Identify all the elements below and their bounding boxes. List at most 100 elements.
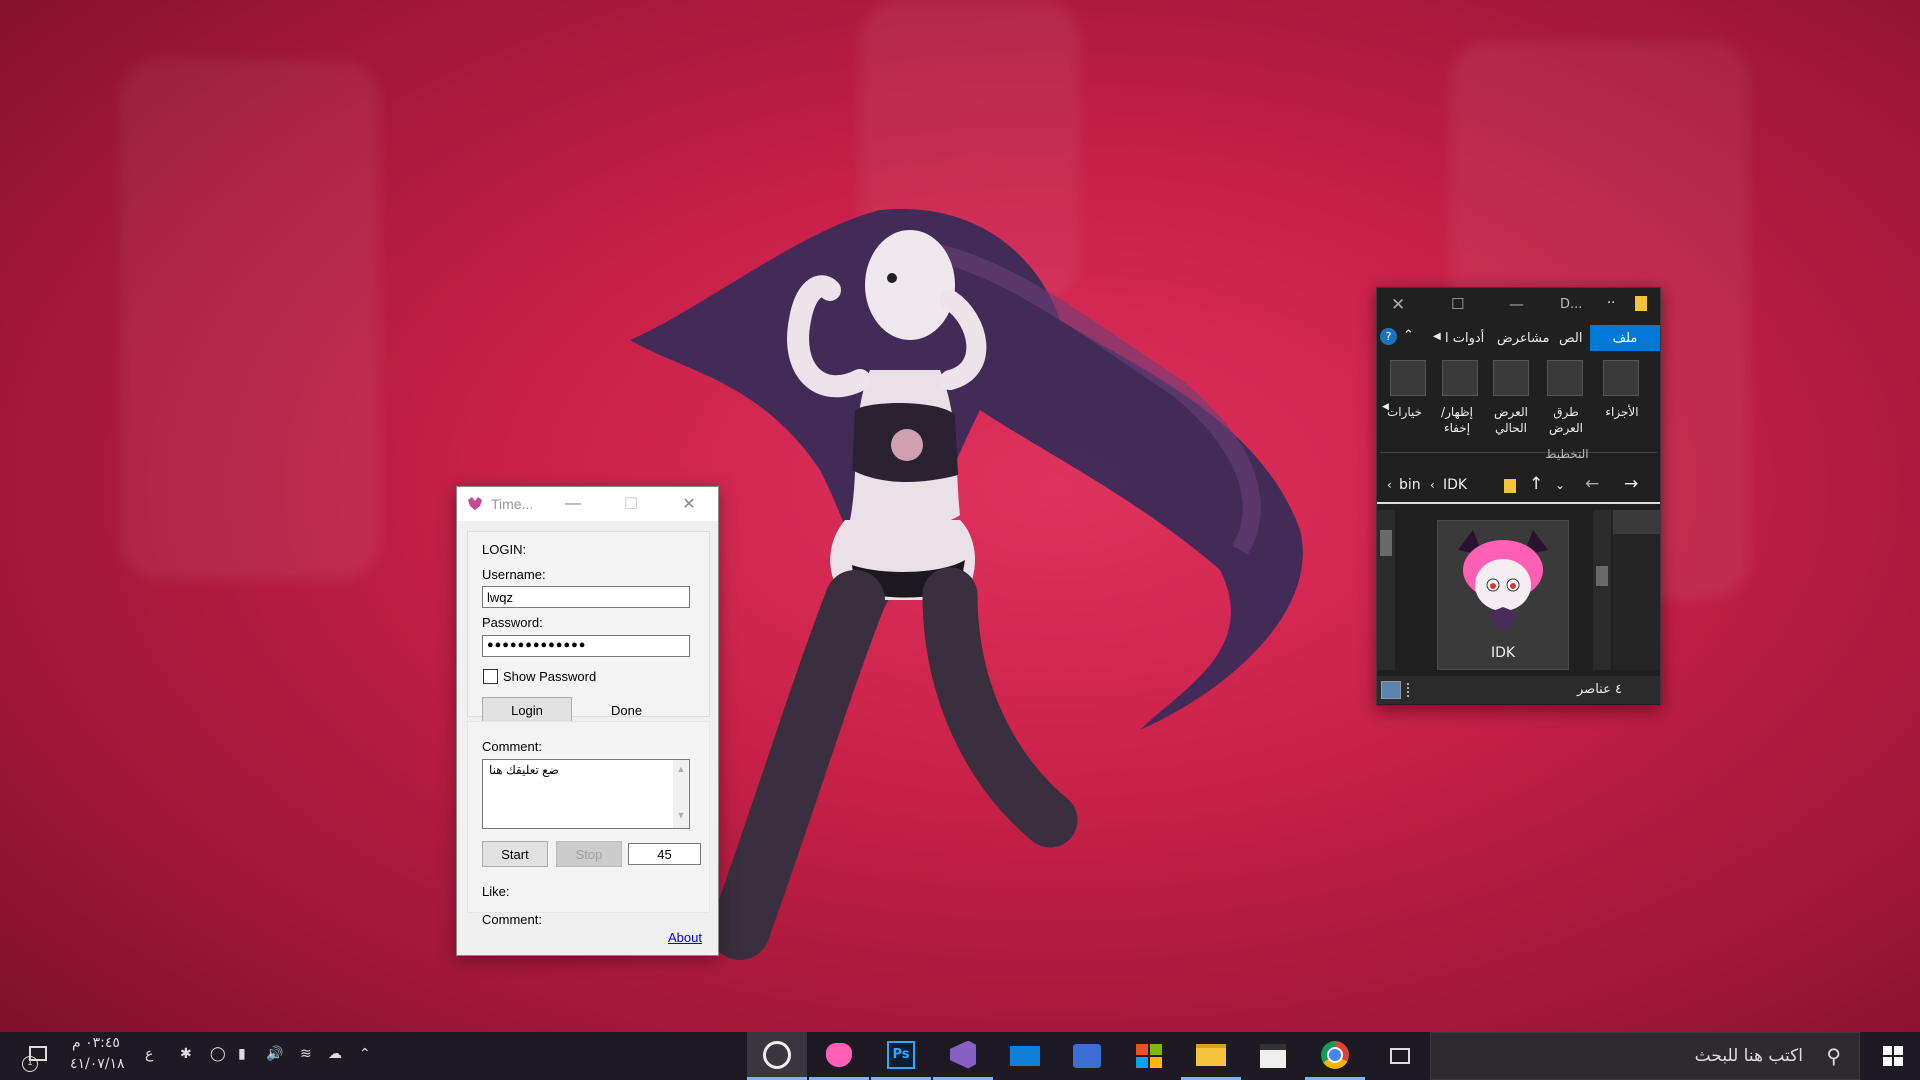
breadcrumb-idk[interactable]: IDK <box>1443 477 1467 493</box>
notification-icon[interactable]: 1 <box>22 1042 50 1072</box>
windows-icon <box>1883 1046 1903 1066</box>
large-icons-view-icon[interactable] <box>1381 681 1401 699</box>
username-label: Username: <box>482 567 546 582</box>
nav-pane-scrollbar[interactable] <box>1377 510 1395 670</box>
chrome-icon <box>1321 1040 1349 1069</box>
panes-icon[interactable] <box>1603 360 1639 396</box>
onedrive-icon[interactable]: ☁ <box>328 1046 342 1062</box>
recent-dropdown-icon[interactable]: ⌄ <box>1555 478 1565 492</box>
sync-icon[interactable]: ◯ <box>210 1046 226 1062</box>
folder-icon <box>1504 479 1516 493</box>
show-hidden-icons-icon[interactable]: ⌃ <box>359 1046 371 1062</box>
taskbar-task-view[interactable] <box>1370 1032 1430 1080</box>
close-icon[interactable]: ✕ <box>1391 295 1405 315</box>
start-button[interactable] <box>1866 1032 1920 1080</box>
taskbar-app-photoshop[interactable]: Ps <box>871 1032 931 1080</box>
tab-tools[interactable]: أدوات ا <box>1445 325 1484 351</box>
search-icon: ⚲ <box>1826 1044 1841 1068</box>
taskbar-app-timer[interactable] <box>809 1032 869 1080</box>
scroll-down-icon[interactable]: ▼ <box>673 810 689 820</box>
current-view-icon[interactable] <box>1493 360 1529 396</box>
wifi-icon[interactable]: ≋ <box>300 1046 312 1062</box>
content-scrollbar[interactable] <box>1593 510 1611 670</box>
app-icon <box>468 497 482 510</box>
idk-thumbnail <box>1458 530 1548 630</box>
visual-studio-icon <box>950 1040 976 1069</box>
show-password-checkbox[interactable] <box>483 669 498 684</box>
comment-scrollbar[interactable]: ▲ ▼ <box>673 760 689 828</box>
volume-icon[interactable]: 🔊 <box>266 1046 283 1062</box>
maximize-icon[interactable]: ☐ <box>1451 295 1464 313</box>
options-label: خيارات <box>1386 405 1423 419</box>
comment-placeholder: ضع تعليقك هنا <box>489 763 559 777</box>
language-indicator[interactable]: ع <box>145 1046 153 1062</box>
scroll-up-icon[interactable]: ▲ <box>673 764 689 774</box>
show-password-label: Show Password <box>503 669 597 684</box>
computer-icon <box>1073 1044 1101 1068</box>
taskbar-app-settings[interactable] <box>1057 1032 1117 1080</box>
details-view-icon[interactable] <box>1407 683 1425 697</box>
clock-time[interactable]: ٠٣:٤٥ م <box>72 1035 120 1051</box>
options-icon[interactable] <box>1390 360 1426 396</box>
taskbar-app-visual-studio[interactable] <box>933 1032 993 1080</box>
layout-label: طرق العرض <box>1549 405 1583 435</box>
taskbar-app-video-editor[interactable] <box>1243 1032 1303 1080</box>
more-icon[interactable]: ·· <box>1607 296 1615 311</box>
show-hide-label: إظهار/ إخفاء <box>1441 405 1473 435</box>
taskbar-app-store[interactable] <box>1119 1032 1179 1080</box>
password-label: Password: <box>482 615 543 630</box>
stop-button[interactable]: Stop <box>556 841 622 867</box>
start-button[interactable]: Start <box>482 841 548 867</box>
folder-item-label: IDK <box>1490 645 1516 661</box>
scroll-thumb[interactable] <box>1380 530 1392 556</box>
taskbar-app-file-explorer[interactable] <box>1181 1032 1241 1080</box>
wallpaper-character <box>630 208 1303 960</box>
collapse-ribbon-icon[interactable]: ⌃ <box>1403 328 1414 343</box>
input-indicator-icon[interactable]: ✱ <box>180 1046 192 1062</box>
tab-home[interactable]: الص <box>1559 325 1583 351</box>
login-group-label: LOGIN: <box>482 542 527 557</box>
minimize-icon[interactable]: — <box>1509 295 1524 313</box>
panes-label: الأجزاء <box>1605 405 1639 419</box>
login-button[interactable]: Login <box>482 697 572 723</box>
taskbar-search-box[interactable]: اكتب هنا للبحث ⚲ <box>1430 1032 1860 1080</box>
steam-icon <box>763 1040 791 1069</box>
battery-icon[interactable]: ▮ <box>238 1046 246 1062</box>
comment-textarea[interactable]: ضع تعليقك هنا ▲ ▼ <box>482 759 690 829</box>
up-arrow-icon[interactable]: ↑ <box>1529 474 1543 494</box>
explorer-titlebar[interactable]: ✕ ☐ — D... ·· <box>1377 288 1660 322</box>
timer-app-titlebar[interactable]: Time... — ☐ ✕ <box>457 487 718 521</box>
timer-app-window: Time... — ☐ ✕ LOGIN: Username: lwqz Pass… <box>456 486 719 956</box>
forward-arrow-icon[interactable]: ← <box>1585 474 1599 494</box>
password-field[interactable]: ●●●●●●●●●●●●● <box>482 635 690 657</box>
taskbar-app-chrome[interactable] <box>1305 1032 1365 1080</box>
photoshop-icon: Ps <box>887 1040 915 1069</box>
show-hide-icon[interactable] <box>1442 360 1478 396</box>
about-link[interactable]: About <box>668 930 702 945</box>
scroll-thumb[interactable] <box>1596 566 1608 586</box>
tab-view[interactable]: عرض <box>1497 325 1528 351</box>
window-title: D... <box>1560 297 1583 312</box>
minimize-icon[interactable]: — <box>544 487 602 521</box>
like-label: Like: <box>482 884 510 899</box>
interval-field[interactable]: 45 <box>628 843 701 865</box>
maximize-icon[interactable]: ☐ <box>602 487 660 521</box>
clock-date[interactable]: ٤١/٠٧/١٨ <box>70 1056 125 1072</box>
close-icon[interactable]: ✕ <box>660 487 718 521</box>
tab-share[interactable]: مشا <box>1527 325 1550 351</box>
username-field[interactable]: lwqz <box>482 586 690 608</box>
done-label: Done <box>611 703 643 718</box>
breadcrumb-bin[interactable]: bin <box>1399 477 1421 493</box>
folder-item-idk[interactable]: IDK <box>1437 520 1569 670</box>
window-title: Time... <box>491 496 534 512</box>
tab-file[interactable]: ملف <box>1590 325 1660 351</box>
layout-icon[interactable] <box>1547 360 1583 396</box>
taskbar-app-steam[interactable] <box>747 1032 807 1080</box>
scroll-left-icon[interactable]: ◀ <box>1433 331 1441 342</box>
current-view-label: العرض الحالي <box>1494 405 1528 435</box>
back-arrow-icon[interactable]: → <box>1624 474 1638 494</box>
folder-icon <box>1635 296 1647 311</box>
comment-status-label: Comment: <box>482 912 542 927</box>
help-icon[interactable]: ? <box>1380 328 1397 345</box>
taskbar-app-mail[interactable] <box>995 1032 1055 1080</box>
